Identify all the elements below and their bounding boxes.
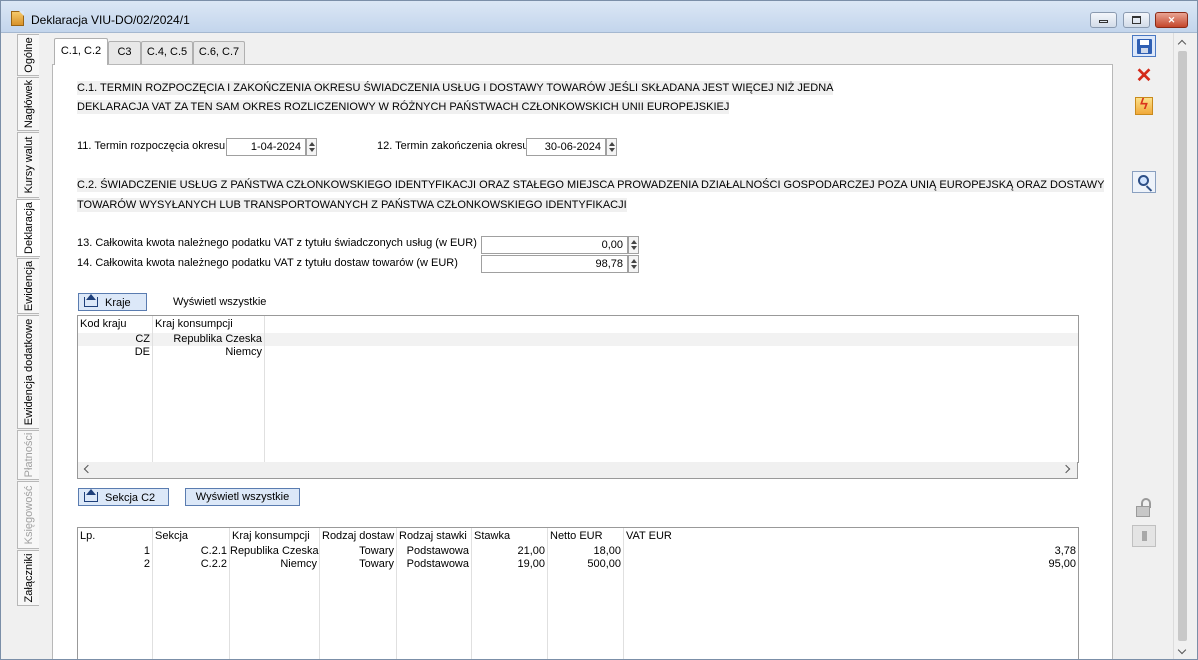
tab-c1-c2[interactable]: C.1, C.2 bbox=[54, 38, 108, 65]
table-row-rate[interactable]: 19,00 bbox=[472, 558, 547, 571]
scrollbar-thumb[interactable] bbox=[1178, 51, 1187, 641]
preview-button[interactable] bbox=[1132, 171, 1156, 193]
table-row-country[interactable]: Republika Czeska bbox=[230, 545, 319, 558]
table-row-country[interactable]: Republika Czeska bbox=[153, 333, 264, 346]
section-c1-heading-line2: DEKLARACJA VAT ZA TEN SAM OKRES ROZLICZE… bbox=[77, 100, 730, 114]
side-tab-platnosci: Płatności bbox=[17, 430, 39, 480]
start-period-label: 11. Termin rozpoczęcia okresu bbox=[77, 140, 226, 152]
scroll-down-icon[interactable] bbox=[1177, 645, 1187, 655]
side-tab-kursy-walut[interactable]: Kursy walut bbox=[17, 132, 39, 198]
column-header-consumption-country[interactable]: Kraj konsumpcji bbox=[230, 528, 310, 544]
column-header-lp[interactable]: Lp. bbox=[78, 528, 95, 544]
services-vat-label: 13. Całkowita kwota należnego podatku VA… bbox=[77, 237, 477, 249]
title-bar[interactable]: Deklaracja VIU-DO/02/2024/1 ✕ bbox=[1, 1, 1197, 33]
tab-c4-c5[interactable]: C.4, C.5 bbox=[141, 41, 193, 64]
section-c2-show-all-button[interactable]: Wyświetl wszystkie bbox=[185, 488, 300, 506]
scroll-up-icon[interactable] bbox=[1177, 39, 1187, 49]
table-row-country[interactable]: Niemcy bbox=[230, 558, 319, 571]
vertical-scrollbar[interactable] bbox=[1173, 33, 1190, 659]
save-button[interactable] bbox=[1132, 35, 1156, 57]
maximize-button[interactable] bbox=[1123, 12, 1150, 28]
table-row-vat[interactable]: 3,78 bbox=[624, 545, 1078, 558]
section-c2-heading-line2: TOWARÓW WYSYŁANYCH LUB TRANSPORTOWANYCH … bbox=[77, 198, 627, 212]
window-title: Deklaracja VIU-DO/02/2024/1 bbox=[31, 13, 190, 27]
scroll-right-icon[interactable] bbox=[1061, 464, 1071, 474]
end-period-input[interactable]: 30-06-2024 bbox=[526, 138, 606, 156]
pin-button bbox=[1132, 525, 1156, 547]
table-row-net[interactable]: 18,00 bbox=[548, 545, 623, 558]
goods-vat-spinner[interactable] bbox=[628, 255, 639, 273]
end-period-label: 12. Termin zakończenia okresu bbox=[377, 140, 529, 152]
save-icon bbox=[1137, 39, 1152, 54]
table-row-rate-type[interactable]: Podstawowa bbox=[397, 545, 471, 558]
quick-action-button[interactable]: ϟ bbox=[1132, 95, 1156, 117]
table-row-rate-type[interactable]: Podstawowa bbox=[397, 558, 471, 571]
close-button[interactable]: ✕ bbox=[1155, 12, 1188, 28]
search-icon bbox=[1138, 175, 1149, 186]
section-c2-heading-line1: C.2. ŚWIADCZENIE USŁUG Z PAŃSTWA CZŁONKO… bbox=[77, 178, 1105, 192]
start-period-spinner[interactable] bbox=[306, 138, 317, 156]
column-header-consumption-country[interactable]: Kraj konsumpcji bbox=[153, 316, 233, 332]
countries-button[interactable]: Kraje bbox=[78, 293, 147, 311]
minimize-icon bbox=[1099, 20, 1108, 23]
side-tab-naglowek[interactable]: Nagłówek bbox=[17, 77, 39, 131]
tab-c3[interactable]: C3 bbox=[108, 41, 141, 64]
services-vat-input[interactable]: 0,00 bbox=[481, 236, 628, 254]
column-header-supply-type[interactable]: Rodzaj dostaw bbox=[320, 528, 394, 544]
table-row-lp[interactable]: 2 bbox=[78, 558, 152, 571]
delete-icon: ✕ bbox=[1135, 65, 1153, 87]
goods-vat-input[interactable]: 98,78 bbox=[481, 255, 628, 273]
upload-icon bbox=[84, 294, 98, 307]
tab-c6-c7[interactable]: C.6, C.7 bbox=[193, 41, 245, 64]
countries-show-all-link[interactable]: Wyświetl wszystkie bbox=[173, 296, 266, 308]
column-header-section[interactable]: Sekcja bbox=[153, 528, 188, 544]
table-row-lp[interactable]: 1 bbox=[78, 545, 152, 558]
side-tab-zalaczniki[interactable]: Załączniki bbox=[17, 550, 39, 606]
section-c2-grid[interactable]: Lp. Sekcja Kraj konsumpcji Rodzaj dostaw… bbox=[77, 527, 1079, 659]
goods-vat-label: 14. Całkowita kwota należnego podatku VA… bbox=[77, 257, 458, 269]
side-tab-ewidencja-dodatkowe[interactable]: Ewidencja dodatkowe bbox=[17, 315, 39, 429]
table-row-net[interactable]: 500,00 bbox=[548, 558, 623, 571]
table-row-supply-type[interactable]: Towary bbox=[320, 558, 396, 571]
upload-icon bbox=[84, 489, 98, 502]
table-row-code[interactable]: DE bbox=[78, 346, 152, 359]
section-c2-button[interactable]: Sekcja C2 bbox=[78, 488, 169, 506]
table-row-supply-type[interactable]: Towary bbox=[320, 545, 396, 558]
table-row-vat[interactable]: 95,00 bbox=[624, 558, 1078, 571]
pin-icon bbox=[1142, 531, 1147, 541]
column-header-rate-type[interactable]: Rodzaj stawki bbox=[397, 528, 467, 544]
side-tab-deklaracja[interactable]: Deklaracja bbox=[16, 199, 40, 257]
document-icon bbox=[11, 11, 24, 26]
column-header-rate[interactable]: Stawka bbox=[472, 528, 510, 544]
table-row-rate[interactable]: 21,00 bbox=[472, 545, 547, 558]
table-row-code[interactable]: CZ bbox=[78, 333, 152, 346]
countries-horizontal-scrollbar[interactable] bbox=[77, 462, 1078, 479]
side-tab-ewidencja[interactable]: Ewidencja bbox=[17, 258, 39, 314]
table-row-section[interactable]: C.2.2 bbox=[153, 558, 229, 571]
side-tab-ogolne[interactable]: Ogólne bbox=[17, 34, 39, 76]
column-header-vat-eur[interactable]: VAT EUR bbox=[624, 528, 672, 544]
column-header-country-code[interactable]: Kod kraju bbox=[78, 316, 126, 332]
scroll-left-icon[interactable] bbox=[83, 464, 93, 474]
lock-button bbox=[1132, 497, 1156, 519]
countries-grid[interactable]: Kod kraju Kraj konsumpcji CZ Republika C… bbox=[77, 315, 1079, 463]
minimize-button[interactable] bbox=[1090, 12, 1117, 28]
services-vat-spinner[interactable] bbox=[628, 236, 639, 254]
table-row-section[interactable]: C.2.1 bbox=[153, 545, 229, 558]
delete-button[interactable]: ✕ bbox=[1132, 65, 1156, 87]
end-period-spinner[interactable] bbox=[606, 138, 617, 156]
start-period-input[interactable]: 1-04-2024 bbox=[226, 138, 306, 156]
table-row-country[interactable]: Niemcy bbox=[153, 346, 264, 359]
close-icon: ✕ bbox=[1167, 15, 1176, 25]
main-window: Deklaracja VIU-DO/02/2024/1 ✕ Ogólne Nag… bbox=[0, 0, 1198, 660]
maximize-icon bbox=[1132, 16, 1141, 24]
section-c1-heading-line1: C.1. TERMIN ROZPOCZĘCIA I ZAKOŃCZENIA OK… bbox=[77, 81, 834, 95]
column-header-net-eur[interactable]: Netto EUR bbox=[548, 528, 603, 544]
side-tab-ksiegowosc: Księgowość bbox=[17, 481, 39, 549]
